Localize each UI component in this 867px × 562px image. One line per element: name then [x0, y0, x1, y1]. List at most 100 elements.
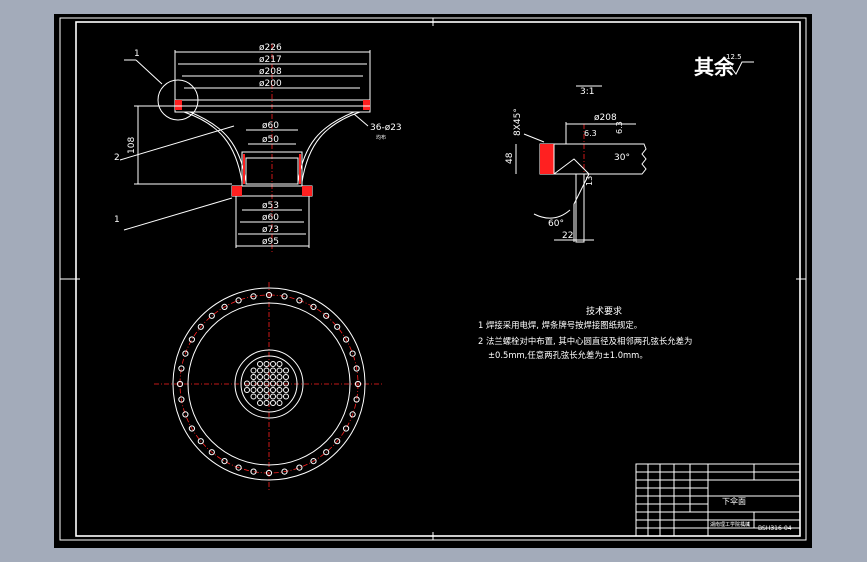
- hub-hole: [263, 367, 270, 374]
- detail-hatch: [540, 144, 554, 174]
- dim-d95: ø95: [262, 237, 279, 247]
- neck-hatch-left: [243, 154, 245, 184]
- hub-hole: [250, 367, 257, 374]
- dim-d60-bottom: ø60: [262, 213, 279, 223]
- dim-d50: ø50: [262, 135, 279, 145]
- bolt-hole: [221, 458, 228, 465]
- hub-hole: [270, 367, 276, 374]
- dim-d217: ø217: [259, 55, 282, 65]
- detail-dim-22: 22: [562, 231, 573, 241]
- detail-dim-48: 48: [505, 152, 515, 164]
- detail-view: 3:1 ø208 8X45° 6.3 6.3 30° 48 13 60° 22: [505, 85, 647, 243]
- hub-hole: [263, 400, 270, 406]
- callout-detail-ref: 1: [134, 49, 140, 59]
- hub-hole: [276, 400, 283, 406]
- detail-chamfer-leader: [523, 133, 545, 143]
- dim-height: 108: [127, 137, 137, 154]
- holes-note-sub: 均布: [376, 134, 386, 141]
- hub-hole: [276, 367, 283, 374]
- hub-hole: [276, 374, 283, 380]
- dim-d60-top: ø60: [262, 121, 279, 131]
- holes-leader: [353, 113, 369, 127]
- hub-hole: [276, 393, 283, 400]
- hub-hole: [263, 387, 270, 393]
- hub-hole: [276, 361, 283, 367]
- callout-part-2: 2: [114, 153, 120, 163]
- detail-chamfer: 8X45°: [513, 108, 523, 136]
- flange-hatch-left: [175, 100, 182, 110]
- tech-req-line-3: ±0.5mm,任意两孔弦长允差为±1.0mm。: [488, 350, 648, 360]
- hub-hole: [250, 387, 257, 393]
- hub-hole: [250, 374, 257, 380]
- holes-note: 36-ø23: [370, 123, 402, 133]
- dim-d53: ø53: [262, 201, 279, 211]
- hub-hole: [270, 380, 276, 387]
- hub-hole: [276, 380, 283, 387]
- title-block: 下伞面 BSH316-04 湖南理工学院机械 1:1: [635, 463, 801, 537]
- cone-curve-right-outer: [301, 111, 361, 183]
- detail-shell: [575, 173, 585, 243]
- leader-part-2: [119, 125, 235, 161]
- hub-hole: [250, 393, 257, 400]
- bolt-hole: [310, 303, 317, 310]
- hub-hole: [263, 361, 270, 367]
- cone-curve-right-inner: [297, 111, 355, 183]
- section-view: ø226 ø217 ø208 ø200 ø60 ø50 ø53 ø60 ø73 …: [114, 43, 402, 254]
- hub-hole: [270, 387, 276, 393]
- detail-dim-13: 13: [585, 176, 594, 186]
- hub-hole: [263, 374, 270, 380]
- cad-viewport[interactable]: 其余 12.5 ø226 ø217 ø208 ø200 ø60 ø50 ø53 …: [54, 14, 812, 548]
- hub-hole: [283, 380, 289, 387]
- detail-r1: 6.3: [584, 129, 597, 138]
- neck-hatch-right: [299, 154, 301, 184]
- detail-dim-d208: ø208: [594, 113, 617, 123]
- hub-hole: [257, 374, 263, 380]
- hub-hole: [250, 380, 257, 387]
- bolt-hole: [296, 464, 303, 471]
- tb-scale: 1:1: [742, 522, 750, 528]
- inner-frame: [75, 21, 801, 537]
- tech-req-line-2: 2 法兰螺栓对中布置, 其中心圆直径及相邻两孔弦长允差为: [478, 336, 692, 346]
- hub-hole: [283, 367, 289, 374]
- dim-d73: ø73: [262, 225, 279, 235]
- bottom-flange-hatch-right: [302, 186, 312, 196]
- hub-hole: [283, 387, 289, 393]
- detail-angle-30: 30°: [614, 153, 630, 163]
- detail-flange-plate: [539, 143, 647, 175]
- technical-requirements: 技术要求 1 焊接采用电焊, 焊条牌号按焊接图纸规定。 2 法兰螺栓对中布置, …: [478, 305, 692, 360]
- hub-hole: [270, 374, 276, 380]
- bottom-flange-hatch-left: [232, 186, 242, 196]
- hub-hole: [263, 393, 270, 400]
- hub-hole: [257, 380, 263, 387]
- hub-hole: [257, 393, 263, 400]
- hub-hole: [283, 393, 289, 400]
- hub-hole: [244, 380, 250, 387]
- bolt-hole: [343, 425, 350, 432]
- bolt-hole: [208, 312, 215, 319]
- tb-drawing-no: BSH316-04: [758, 525, 792, 532]
- hub-hole: [270, 400, 276, 406]
- callout-part-1: 1: [114, 215, 120, 225]
- detail-scale: 3:1: [580, 87, 594, 97]
- bolt-hole: [182, 411, 189, 418]
- hub-holes: [244, 361, 289, 406]
- bolt-hole: [334, 323, 341, 330]
- dim-d200: ø200: [259, 79, 282, 89]
- detail-r2: 6.3: [615, 121, 624, 134]
- flange-hatch-right: [363, 100, 370, 110]
- hub-hole: [244, 387, 250, 393]
- dim-d208: ø208: [259, 67, 282, 77]
- bolt-hole: [296, 297, 303, 304]
- plan-view: [154, 282, 384, 490]
- hub-hole: [283, 374, 289, 380]
- tech-req-title: 技术要求: [586, 305, 622, 317]
- outer-frame: [59, 17, 807, 541]
- hub-hole: [270, 361, 276, 367]
- hub-hole: [276, 387, 283, 393]
- hub-hole: [257, 387, 263, 393]
- cone-curve-left-outer: [183, 111, 243, 183]
- detail-angle-60-arc: [533, 209, 571, 219]
- hub-hole: [270, 393, 276, 400]
- hub-hole: [263, 380, 270, 387]
- dim-d226: ø226: [259, 43, 282, 53]
